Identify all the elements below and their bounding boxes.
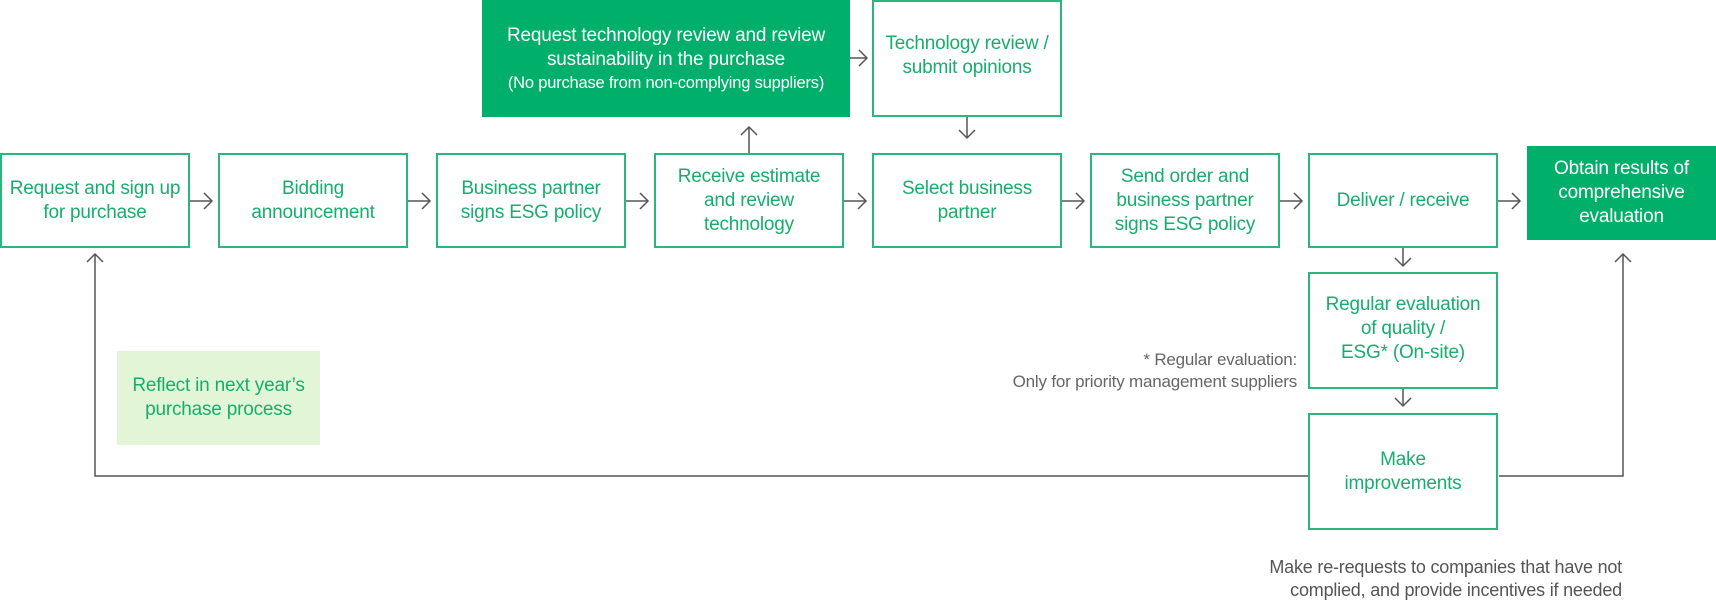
arrow-improvements-to-obtain <box>1499 252 1632 477</box>
feedback-line-1: Reflect in next year’s <box>132 375 305 396</box>
arrow-deliver-to-regular-evaluation <box>1394 248 1412 268</box>
regular-evaluation-footnote: * Regular evaluation: Only for priority … <box>1012 349 1298 393</box>
arrow-regular-evaluation-to-improvements <box>1394 388 1412 408</box>
step-request-signup: Request and sign up for purchase <box>0 153 190 248</box>
step-send-order-line-2: business partner <box>1116 189 1254 211</box>
regular-evaluation-box: Regular evaluation of quality / ESG* (On… <box>1308 272 1498 389</box>
make-improvements-line-2: improvements <box>1344 472 1462 494</box>
make-improvements-line-1: Make <box>1380 448 1426 470</box>
tech-review-line-2: submit opinions <box>902 56 1032 78</box>
arrow-deliver-to-obtain <box>1498 192 1522 210</box>
make-improvements-box: Make improvements <box>1308 413 1498 530</box>
step-partner-signs-esg: Business partner signs ESG policy <box>436 153 626 248</box>
step-send-order: Send order and business partner signs ES… <box>1090 153 1280 248</box>
step-deliver-line-1: Deliver / receive <box>1336 189 1470 211</box>
step-partner-signs-esg-line-2: signs ESG policy <box>460 201 602 223</box>
step-select-partner-line-2: partner <box>937 201 997 223</box>
footnote-line-2: Only for priority management suppliers <box>1012 372 1298 391</box>
arrow-send-order-to-deliver <box>1280 192 1304 210</box>
arrow-select-to-send-order <box>1062 192 1086 210</box>
step-receive-estimate-line-2: and review <box>704 189 794 211</box>
arrow-request-review-to-tech-review <box>850 49 869 67</box>
request-review-sub: (No purchase from non-complying supplier… <box>507 73 825 92</box>
step-deliver: Deliver / receive <box>1308 153 1498 248</box>
improvement-note: Make re-requests to companies that have … <box>1269 556 1622 602</box>
step-bidding-line-2: announcement <box>251 201 375 223</box>
arrow-bidding-to-partner-signs <box>408 192 432 210</box>
step-partner-signs-esg-line-1: Business partner <box>461 177 601 199</box>
footnote-line-1: * Regular evaluation: <box>1143 350 1297 369</box>
arrow-tech-review-to-select <box>958 117 976 140</box>
arrow-receive-estimate-to-select <box>844 192 868 210</box>
step-obtain-results: Obtain results of comprehensive evaluati… <box>1527 146 1716 240</box>
arrow-receive-estimate-to-request-review <box>740 125 758 153</box>
step-receive-estimate: Receive estimate and review technology <box>654 153 844 248</box>
request-review-line-1: Request technology review and review <box>506 24 826 46</box>
arrow-request-to-bidding <box>190 192 214 210</box>
request-review-line-2: sustainability in the purchase <box>547 48 785 70</box>
step-obtain-results-line-3: evaluation <box>1579 206 1664 227</box>
step-receive-estimate-line-3: technology <box>704 213 794 235</box>
regular-evaluation-line-1: Regular evaluation <box>1325 293 1481 315</box>
step-bidding: Bidding announcement <box>218 153 408 248</box>
step-send-order-line-1: Send order and <box>1120 165 1250 187</box>
step-request-signup-line-1: Request and sign up <box>9 177 181 199</box>
feedback-box: Reflect in next year’s purchase process <box>117 351 320 445</box>
regular-evaluation-line-2: of quality / <box>1360 317 1446 339</box>
arrow-partner-signs-to-receive-estimate <box>626 192 650 210</box>
improvement-note-line-1: Make re-requests to companies that have … <box>1269 557 1622 577</box>
step-select-partner: Select business partner <box>872 153 1062 248</box>
step-send-order-line-3: signs ESG policy <box>1114 213 1256 235</box>
tech-review-line-1: Technology review / <box>885 32 1049 54</box>
step-bidding-line-1: Bidding <box>282 177 344 199</box>
step-obtain-results-line-1: Obtain results of <box>1554 158 1689 179</box>
step-receive-estimate-line-1: Receive estimate <box>677 165 821 187</box>
feedback-line-2: purchase process <box>145 399 292 420</box>
request-review-box: Request technology review and review sus… <box>482 0 850 117</box>
step-request-signup-line-2: for purchase <box>43 201 147 223</box>
regular-evaluation-line-3: ESG* (On-site) <box>1341 341 1465 363</box>
step-select-partner-line-1: Select business <box>901 177 1033 199</box>
step-obtain-results-line-2: comprehensive <box>1558 182 1685 203</box>
tech-review-box: Technology review / submit opinions <box>872 0 1062 117</box>
improvement-note-line-2: complied, and provide incentives if need… <box>1290 580 1622 600</box>
